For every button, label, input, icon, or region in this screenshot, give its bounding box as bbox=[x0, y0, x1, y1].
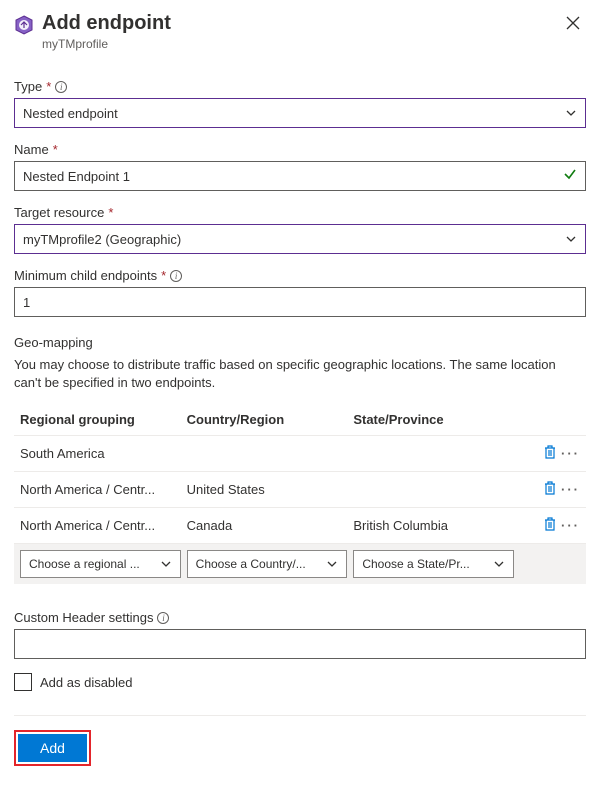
trash-icon bbox=[543, 516, 557, 532]
panel-header: Add endpoint myTMprofile bbox=[14, 12, 586, 51]
add-disabled-checkbox[interactable] bbox=[14, 673, 32, 691]
info-icon[interactable]: i bbox=[55, 81, 67, 93]
panel-title: Add endpoint bbox=[42, 12, 552, 35]
geo-row: North America / Centr... Canada British … bbox=[14, 508, 586, 544]
country-select[interactable]: Choose a Country/... bbox=[187, 550, 348, 578]
traffic-manager-icon bbox=[14, 15, 34, 35]
type-value: Nested endpoint bbox=[23, 106, 118, 121]
add-button-highlight: Add bbox=[14, 730, 91, 766]
geo-table: Regional grouping Country/Region State/P… bbox=[14, 404, 586, 584]
geo-row: North America / Centr... United States ·… bbox=[14, 472, 586, 508]
col-country: Country/Region bbox=[187, 412, 354, 427]
custom-header-label: Custom Header settings i bbox=[14, 610, 586, 625]
delete-button[interactable] bbox=[543, 444, 557, 463]
info-icon[interactable]: i bbox=[170, 270, 182, 282]
chevron-down-icon bbox=[160, 558, 172, 570]
chevron-down-icon bbox=[565, 233, 577, 245]
name-label: Name* bbox=[14, 142, 586, 157]
cell-region: North America / Centr... bbox=[20, 482, 187, 497]
add-button[interactable]: Add bbox=[18, 734, 87, 762]
more-button[interactable]: ··· bbox=[561, 482, 580, 497]
geo-help-text: You may choose to distribute traffic bas… bbox=[14, 356, 586, 392]
cell-country: Canada bbox=[187, 518, 354, 533]
min-endpoints-input[interactable]: 1 bbox=[14, 287, 586, 317]
col-region: Regional grouping bbox=[20, 412, 187, 427]
target-select[interactable]: myTMprofile2 (Geographic) bbox=[14, 224, 586, 254]
min-endpoints-value: 1 bbox=[23, 295, 30, 310]
geo-section-title: Geo-mapping bbox=[14, 335, 586, 350]
more-button[interactable]: ··· bbox=[561, 446, 580, 461]
chevron-down-icon bbox=[326, 558, 338, 570]
state-select[interactable]: Choose a State/Pr... bbox=[353, 550, 514, 578]
type-select[interactable]: Nested endpoint bbox=[14, 98, 586, 128]
chevron-down-icon bbox=[493, 558, 505, 570]
trash-icon bbox=[543, 444, 557, 460]
close-icon bbox=[566, 16, 580, 30]
cell-region: South America bbox=[20, 446, 187, 461]
geo-row: South America ··· bbox=[14, 436, 586, 472]
cell-region: North America / Centr... bbox=[20, 518, 187, 533]
cell-country: United States bbox=[187, 482, 354, 497]
close-button[interactable] bbox=[560, 12, 586, 37]
custom-header-input[interactable] bbox=[14, 629, 586, 659]
more-button[interactable]: ··· bbox=[561, 518, 580, 533]
delete-button[interactable] bbox=[543, 480, 557, 499]
panel-subtitle: myTMprofile bbox=[42, 37, 552, 51]
col-state: State/Province bbox=[353, 412, 520, 427]
chevron-down-icon bbox=[565, 107, 577, 119]
cell-state: British Columbia bbox=[353, 518, 520, 533]
trash-icon bbox=[543, 480, 557, 496]
add-disabled-label: Add as disabled bbox=[40, 675, 133, 690]
type-label: Type* i bbox=[14, 79, 586, 94]
check-icon bbox=[563, 167, 577, 186]
min-endpoints-label: Minimum child endpoints* i bbox=[14, 268, 586, 283]
target-value: myTMprofile2 (Geographic) bbox=[23, 232, 181, 247]
delete-button[interactable] bbox=[543, 516, 557, 535]
name-input[interactable]: Nested Endpoint 1 bbox=[14, 161, 586, 191]
info-icon[interactable]: i bbox=[157, 612, 169, 624]
name-value: Nested Endpoint 1 bbox=[23, 169, 130, 184]
region-select[interactable]: Choose a regional ... bbox=[20, 550, 181, 578]
target-label: Target resource* bbox=[14, 205, 586, 220]
